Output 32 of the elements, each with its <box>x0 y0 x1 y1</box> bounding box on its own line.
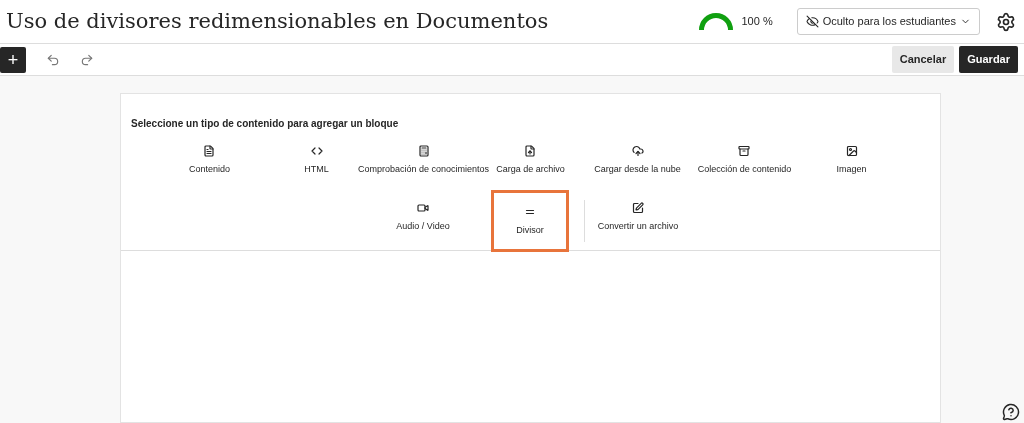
help-icon[interactable] <box>1002 403 1020 421</box>
page-title: Uso de divisores redimensionables en Documentos <box>6 7 549 35</box>
content-type-option[interactable]: Colección de contenido <box>695 145 794 183</box>
edit-icon <box>632 202 644 214</box>
add-button[interactable]: + <box>0 46 26 73</box>
cloud-upload-icon <box>631 145 644 157</box>
eye-off-icon <box>805 15 819 28</box>
content-type-option[interactable]: Imagen <box>834 145 869 183</box>
calculator-icon <box>417 145 430 157</box>
code-icon <box>310 145 323 157</box>
file-upload-icon <box>524 145 537 157</box>
content-type-option[interactable]: Audio / Video <box>394 202 452 240</box>
content-type-option[interactable]: Contenido <box>186 145 232 183</box>
undo-icon[interactable] <box>46 52 60 67</box>
content-type-option[interactable]: Carga de archivo <box>494 145 567 183</box>
progress-reading: 100 % <box>741 14 773 30</box>
content-type-option[interactable]: Divisor <box>494 193 566 249</box>
content-type-option[interactable]: Comprobación de conocimientos <box>355 145 492 183</box>
save-button[interactable]: Guardar <box>959 46 1018 73</box>
content-type-option[interactable]: Convertir un archivo <box>595 202 681 240</box>
picker-prompt: Seleccione un tipo de contenido para agregar un bloque <box>130 117 400 131</box>
content-type-option[interactable]: HTML <box>302 145 331 183</box>
image-icon <box>845 145 858 157</box>
progress-gauge <box>699 13 734 30</box>
settings-icon[interactable] <box>996 11 1016 32</box>
document-icon <box>203 145 216 157</box>
archive-icon <box>738 145 751 157</box>
redo-icon[interactable] <box>80 52 94 67</box>
cancel-button[interactable]: Cancelar <box>891 46 955 73</box>
video-camera-icon <box>417 202 429 214</box>
content-type-option[interactable]: Cargar desde la nube <box>592 145 683 183</box>
visibility-dropdown[interactable]: Oculto para los estudiantes <box>796 8 980 35</box>
